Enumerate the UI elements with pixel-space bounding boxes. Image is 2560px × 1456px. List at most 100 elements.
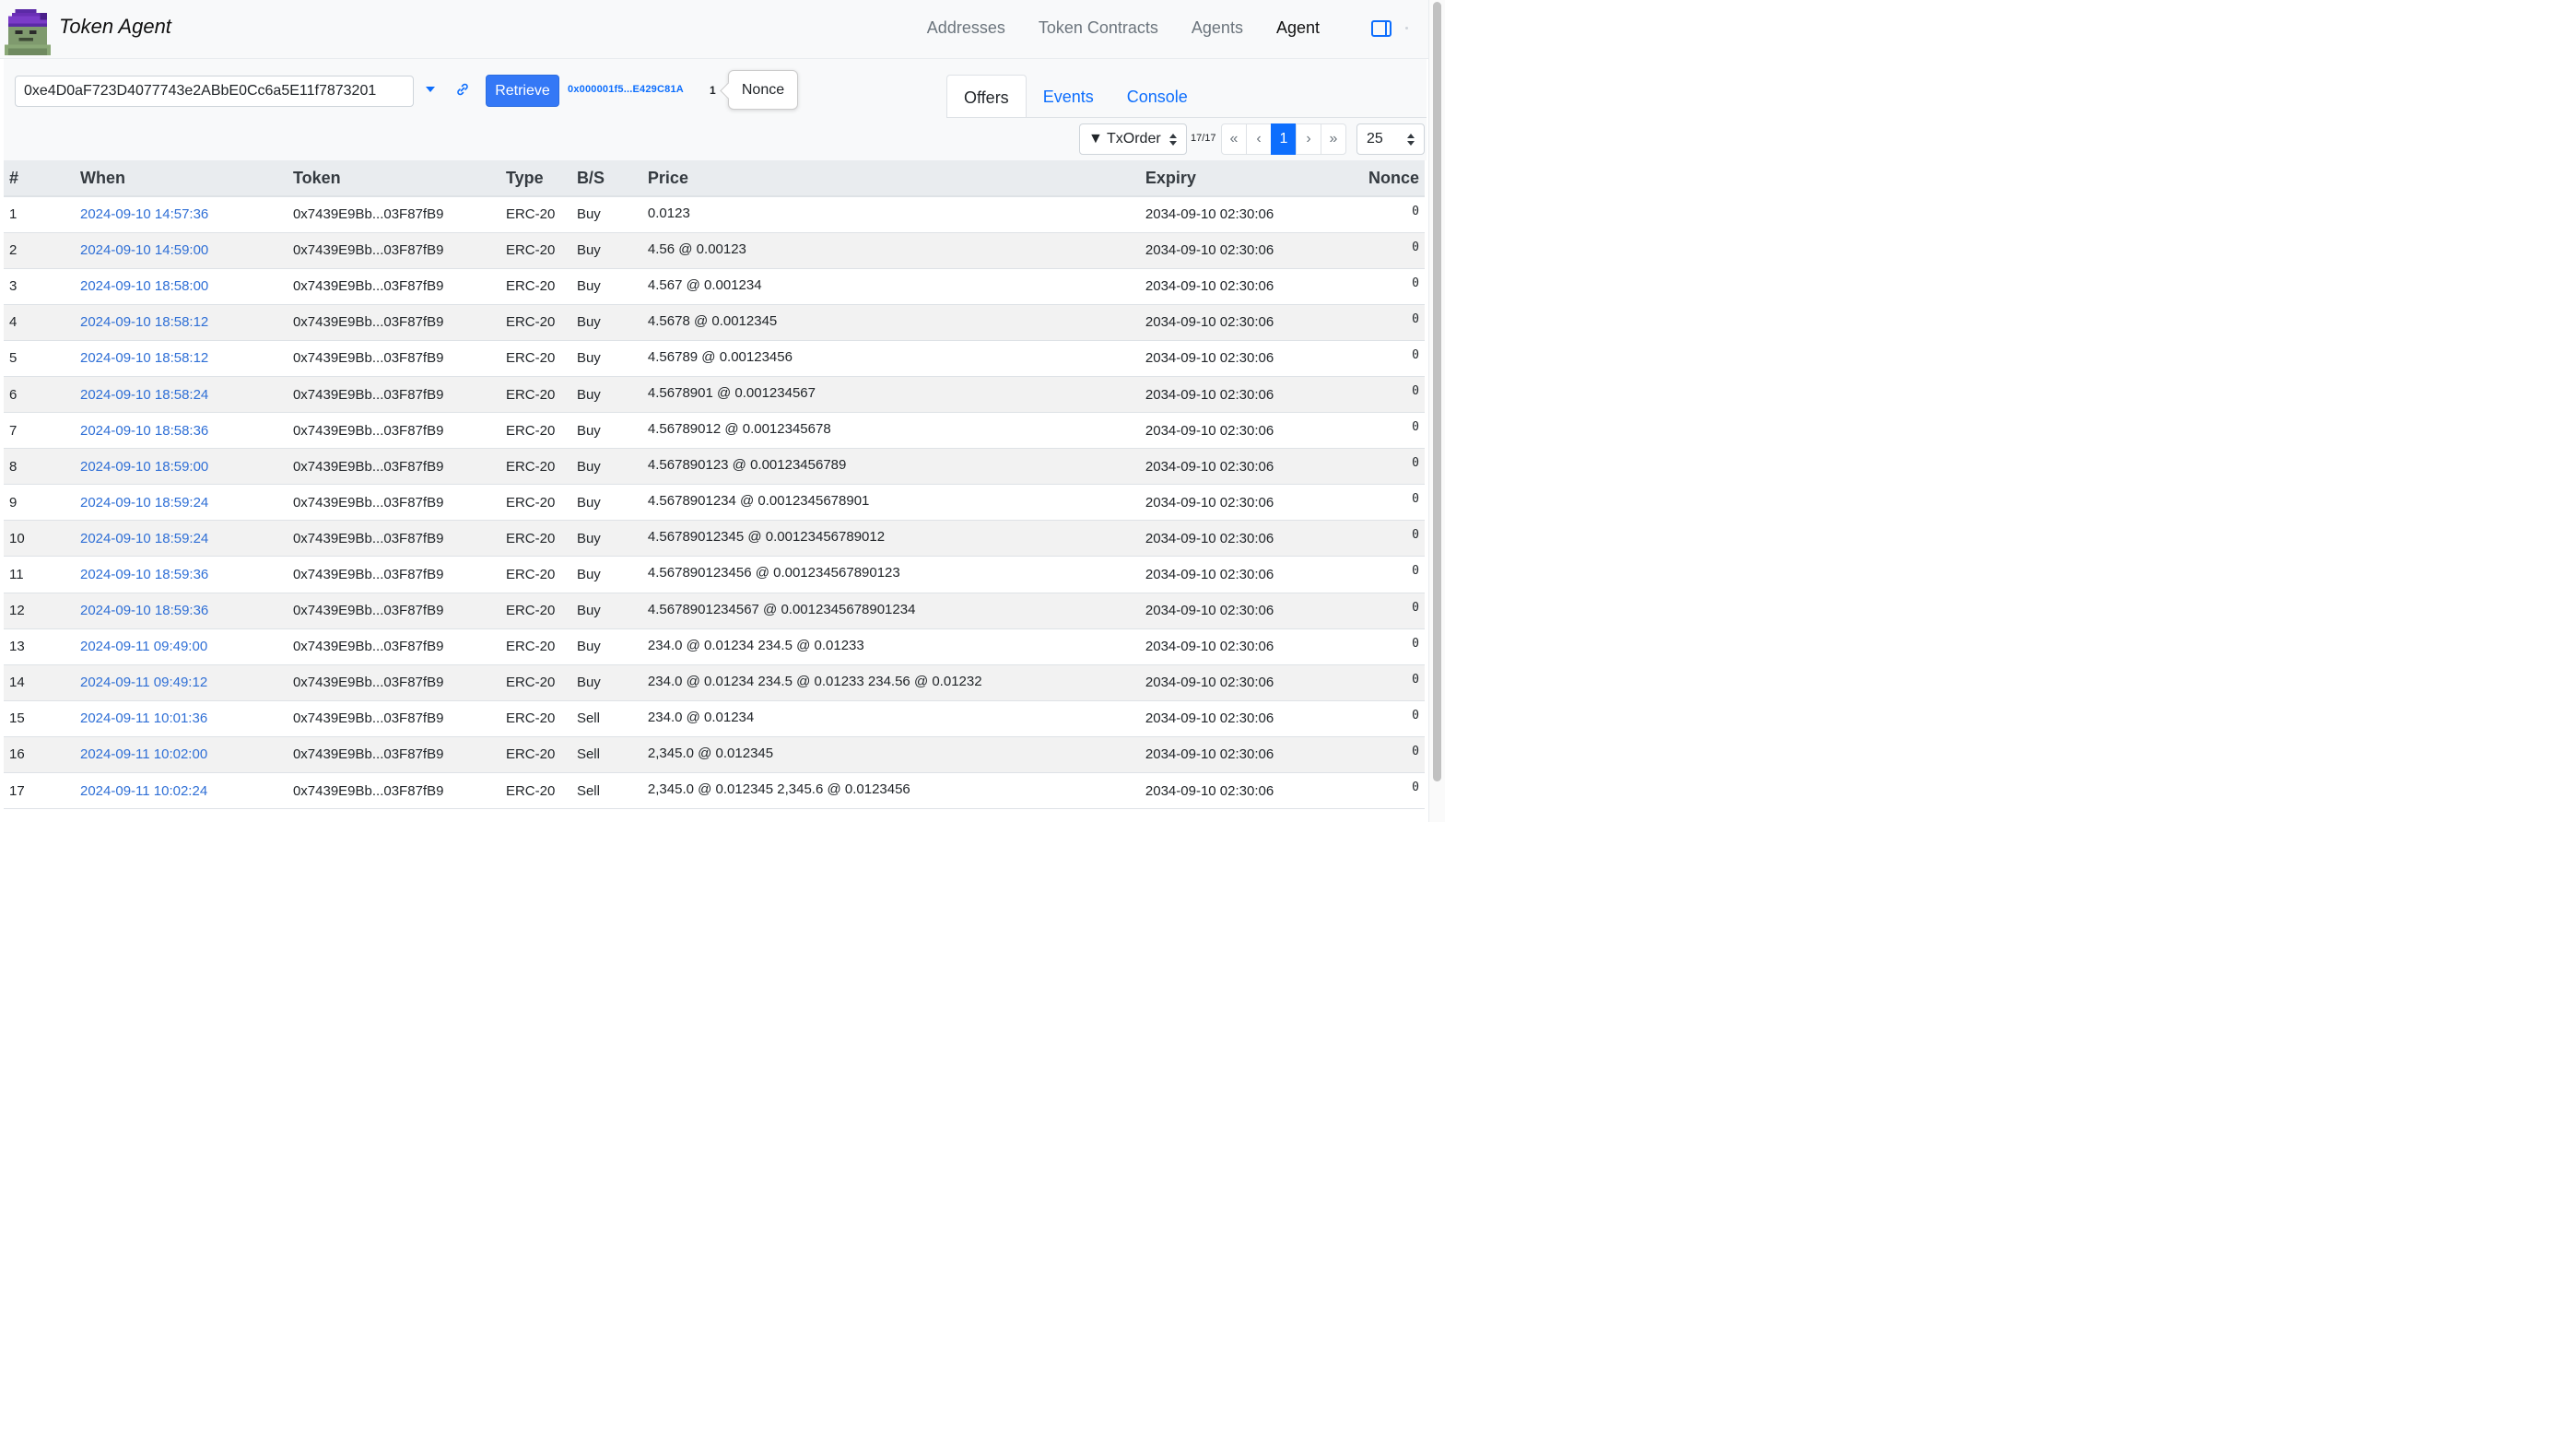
timestamp-link[interactable]: 2024-09-10 18:58:12 [80, 350, 208, 366]
cell-token[interactable]: 0x7439E9Bb...03F87fB9 [288, 773, 500, 809]
agent-short-address[interactable]: 0x000001f5...E429C81A [568, 84, 684, 95]
cell-when: 2024-09-11 09:49:00 [75, 628, 288, 664]
page-scrollbar[interactable] [1428, 0, 1445, 822]
cell-token[interactable]: 0x7439E9Bb...03F87fB9 [288, 449, 500, 485]
timestamp-link[interactable]: 2024-09-10 18:59:36 [80, 603, 208, 618]
cell-when: 2024-09-10 18:59:24 [75, 521, 288, 557]
timestamp-link[interactable]: 2024-09-10 18:59:24 [80, 531, 208, 546]
sidebar-toggle-icon[interactable] [1371, 20, 1392, 37]
cell-token[interactable]: 0x7439E9Bb...03F87fB9 [288, 628, 500, 664]
cell-token[interactable]: 0x7439E9Bb...03F87fB9 [288, 593, 500, 628]
cell-token[interactable]: 0x7439E9Bb...03F87fB9 [288, 232, 500, 268]
timestamp-link[interactable]: 2024-09-10 18:59:36 [80, 567, 208, 582]
tab-events[interactable]: Events [1027, 75, 1110, 118]
table-row[interactable]: 12 2024-09-10 18:59:36 0x7439E9Bb...03F87f… [4, 593, 1425, 629]
cell-token[interactable]: 0x7439E9Bb...03F87fB9 [288, 521, 500, 557]
col-header-num[interactable]: # [4, 160, 75, 197]
tab-console[interactable]: Console [1110, 75, 1204, 118]
first-page-button[interactable]: « [1221, 123, 1247, 155]
cell-type: ERC-20 [505, 782, 556, 799]
table-row[interactable]: 9 2024-09-10 18:59:24 0x7439E9Bb...03F87fB… [4, 484, 1425, 521]
cell-buy-sell: Buy [576, 530, 601, 546]
table-row[interactable]: 5 2024-09-10 18:58:12 0x7439E9Bb...03F87fB… [4, 340, 1425, 377]
scrollbar-thumb[interactable] [1433, 2, 1441, 781]
table-row[interactable]: 1 2024-09-10 14:57:36 0x7439E9Bb...03F87fB… [4, 196, 1425, 233]
nav-agent[interactable]: Agent [1276, 18, 1320, 38]
tab-offers[interactable]: Offers [946, 75, 1027, 118]
page-1-button[interactable]: 1 [1271, 123, 1297, 155]
retrieve-button[interactable]: Retrieve [486, 75, 559, 107]
cell-type: ERC-20 [505, 458, 556, 475]
timestamp-link[interactable]: 2024-09-10 14:59:00 [80, 242, 208, 258]
timestamp-link[interactable]: 2024-09-10 18:58:12 [80, 314, 208, 330]
timestamp-link[interactable]: 2024-09-11 09:49:00 [80, 639, 207, 654]
table-row[interactable]: 14 2024-09-11 09:49:12 0x7439E9Bb...03F87f… [4, 664, 1425, 701]
table-row[interactable]: 15 2024-09-11 10:01:36 0x7439E9Bb...03F87f… [4, 700, 1425, 737]
table-row[interactable]: 13 2024-09-11 09:49:00 0x7439E9Bb...03F87f… [4, 628, 1425, 665]
table-row[interactable]: 4 2024-09-10 18:58:12 0x7439E9Bb...03F87fB… [4, 304, 1425, 341]
timestamp-link[interactable]: 2024-09-10 14:57:36 [80, 206, 208, 222]
col-header-when[interactable]: When [74, 160, 288, 197]
cell-token[interactable]: 0x7439E9Bb...03F87fB9 [288, 304, 500, 340]
table-row[interactable]: 17 2024-09-11 10:02:24 0x7439E9Bb...03F87f… [4, 772, 1425, 809]
timestamp-link[interactable]: 2024-09-11 10:02:00 [80, 746, 207, 762]
cell-token[interactable]: 0x7439E9Bb...03F87fB9 [288, 736, 500, 772]
cell-when: 2024-09-11 10:01:36 [75, 700, 288, 736]
nav-token-contracts[interactable]: Token Contracts [1039, 18, 1158, 38]
cell-nonce: 0 [1412, 276, 1419, 290]
col-header-expiry[interactable]: Expiry [1139, 160, 1363, 197]
col-header-token[interactable]: Token [287, 160, 500, 197]
timestamp-link[interactable]: 2024-09-11 09:49:12 [80, 675, 207, 690]
cell-token[interactable]: 0x7439E9Bb...03F87fB9 [288, 413, 500, 449]
cell-token[interactable]: 0x7439E9Bb...03F87fB9 [288, 268, 500, 304]
last-page-button[interactable]: » [1321, 123, 1346, 155]
timestamp-link[interactable]: 2024-09-10 18:58:24 [80, 387, 208, 403]
nonce-tooltip: Nonce [728, 70, 798, 110]
sort-order-select[interactable]: ▼ TxOrder [1079, 123, 1187, 155]
col-header-price[interactable]: Price [641, 160, 1140, 197]
cell-when: 2024-09-10 18:59:24 [75, 485, 288, 521]
link-icon[interactable] [455, 82, 470, 97]
table-row[interactable]: 16 2024-09-11 10:02:00 0x7439E9Bb...03F87f… [4, 736, 1425, 773]
brand[interactable]: Token Agent [4, 9, 171, 55]
timestamp-link[interactable]: 2024-09-11 10:01:36 [80, 710, 207, 726]
table-row[interactable]: 2 2024-09-10 14:59:00 0x7439E9Bb...03F87fB… [4, 232, 1425, 269]
cell-price: 2,345.0 @ 0.012345 2,345.6 @ 0.0123456 [647, 781, 910, 797]
cell-nonce: 0 [1412, 708, 1419, 722]
nav-addresses[interactable]: Addresses [927, 18, 1005, 38]
cell-expiry: 2034-09-10 02:30:06 [1145, 494, 1274, 511]
table-row[interactable]: 11 2024-09-10 18:59:36 0x7439E9Bb...03F87f… [4, 556, 1425, 593]
cell-type: ERC-20 [505, 603, 556, 619]
table-row[interactable]: 10 2024-09-10 18:59:24 0x7439E9Bb...03F87f… [4, 520, 1425, 557]
page-size-select[interactable]: 25 [1356, 123, 1425, 155]
col-header-bs[interactable]: B/S [570, 160, 642, 197]
table-row[interactable]: 7 2024-09-10 18:58:36 0x7439E9Bb...03F87fB… [4, 412, 1425, 449]
cell-expiry: 2034-09-10 02:30:06 [1145, 314, 1274, 331]
cell-token[interactable]: 0x7439E9Bb...03F87fB9 [288, 376, 500, 412]
prev-page-button[interactable]: ‹ [1246, 123, 1272, 155]
table-row[interactable]: 6 2024-09-10 18:58:24 0x7439E9Bb...03F87fB… [4, 376, 1425, 413]
cell-token[interactable]: 0x7439E9Bb...03F87fB9 [288, 485, 500, 521]
next-page-button[interactable]: › [1296, 123, 1321, 155]
cell-token[interactable]: 0x7439E9Bb...03F87fB9 [288, 196, 500, 232]
timestamp-link[interactable]: 2024-09-10 18:59:24 [80, 495, 208, 511]
timestamp-link[interactable]: 2024-09-10 18:58:00 [80, 278, 208, 294]
table-row[interactable]: 3 2024-09-10 18:58:00 0x7439E9Bb...03F87fB… [4, 268, 1425, 305]
select-arrows-icon [1407, 134, 1415, 146]
nav-agents[interactable]: Agents [1192, 18, 1243, 38]
cell-token[interactable]: 0x7439E9Bb...03F87fB9 [288, 557, 500, 593]
timestamp-link[interactable]: 2024-09-10 18:59:00 [80, 459, 208, 475]
agent-address-input[interactable] [15, 76, 414, 107]
table-row[interactable]: 8 2024-09-10 18:59:00 0x7439E9Bb...03F87fB… [4, 448, 1425, 485]
cell-buy-sell: Buy [576, 494, 601, 511]
col-header-nonce[interactable]: Nonce [1362, 160, 1425, 197]
chevron-down-icon[interactable] [426, 87, 435, 92]
col-header-type[interactable]: Type [499, 160, 571, 197]
timestamp-link[interactable]: 2024-09-11 10:02:24 [80, 783, 207, 799]
cell-token[interactable]: 0x7439E9Bb...03F87fB9 [288, 664, 500, 700]
timestamp-link[interactable]: 2024-09-10 18:58:36 [80, 423, 208, 439]
cell-token[interactable]: 0x7439E9Bb...03F87fB9 [288, 340, 500, 376]
cell-num: 10 [9, 530, 25, 546]
cell-when: 2024-09-10 14:57:36 [75, 196, 288, 232]
cell-token[interactable]: 0x7439E9Bb...03F87fB9 [288, 700, 500, 736]
